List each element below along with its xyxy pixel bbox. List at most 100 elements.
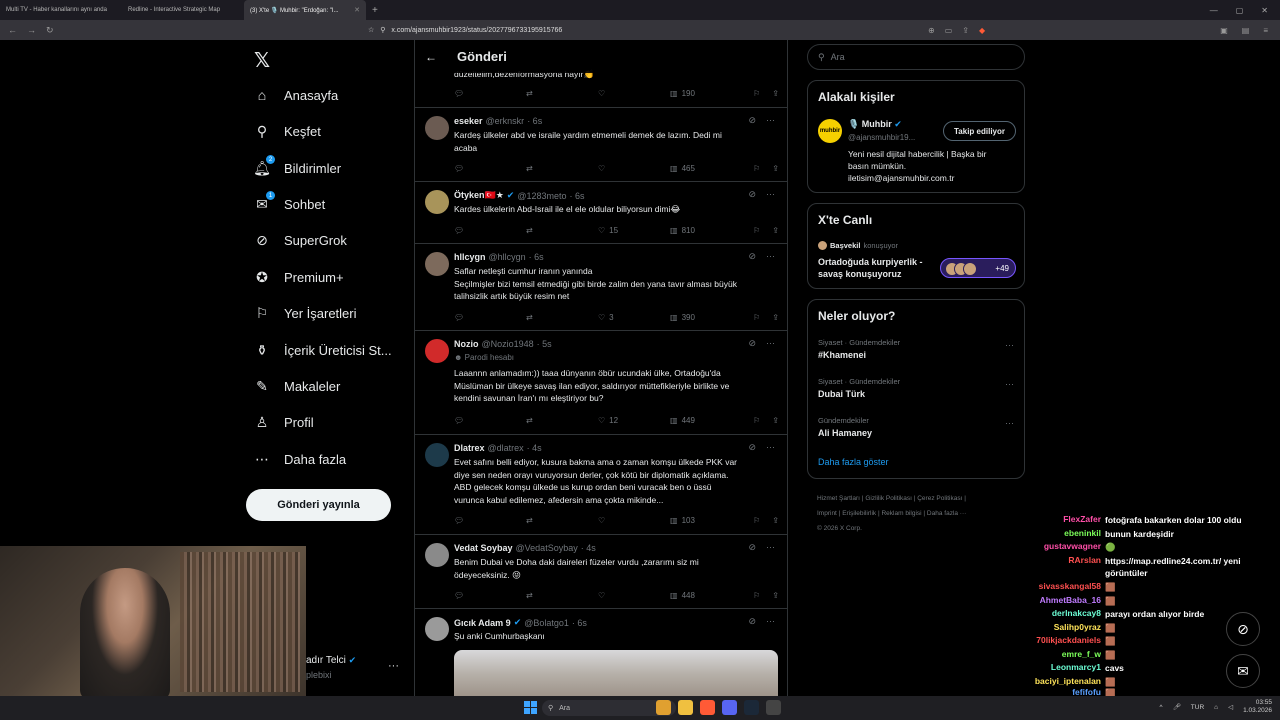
tweet[interactable]: Ötyken🇹🇷★ ✔ @1283meto · 6s ⊘ ··· Kardes ülke…: [415, 182, 787, 244]
nav-item-explore[interactable]: ⚲ Keşfet: [254, 123, 321, 139]
tweet-author[interactable]: hllcygn: [454, 252, 486, 262]
retweet-icon[interactable]: ⇄: [526, 313, 598, 322]
reply-icon[interactable]: 💬︎: [454, 164, 526, 173]
avatar[interactable]: [425, 617, 449, 641]
file-explorer-icon[interactable]: [678, 700, 693, 715]
bookmark-icon[interactable]: ⚐: [753, 164, 760, 173]
views-count[interactable]: ▥ 390: [670, 313, 746, 322]
grok-icon[interactable]: ⊘: [748, 189, 756, 200]
nav-item-notifications[interactable]: 🔔︎ 2 Bildirimler: [253, 155, 341, 176]
footer-link[interactable]: Çerez Politikası: [917, 495, 962, 502]
like-icon[interactable]: ♡: [598, 591, 670, 600]
views-count[interactable]: ▥ 449: [670, 416, 746, 425]
site-info-icon[interactable]: ⚲: [380, 26, 385, 34]
nav-item-messages[interactable]: ✉ 1 Sohbet: [254, 191, 325, 212]
tray-chevron-icon[interactable]: ^: [1159, 704, 1162, 711]
close-window-icon[interactable]: ✕: [1261, 6, 1268, 15]
views-count[interactable]: ▥ 465: [670, 164, 746, 173]
more-icon[interactable]: ···: [766, 115, 775, 126]
reply-icon[interactable]: 💬︎: [454, 313, 526, 322]
live-title[interactable]: Ortadoğuda kurpiyerlik - savaş konuşuyor…: [818, 256, 942, 280]
tweet-time[interactable]: · 4s: [581, 543, 596, 553]
browser-tab[interactable]: Multi TV - Haber kanallarını aynı anda: [0, 0, 122, 20]
widget-icon[interactable]: [656, 700, 671, 715]
url-field[interactable]: ☆ ⚲ x.com/ajansmuhbir1923/status/2027796…: [360, 22, 920, 38]
microphone-icon[interactable]: 🎤︎: [1173, 703, 1181, 711]
retweet-icon[interactable]: ⇄: [526, 416, 598, 425]
windows-start-icon[interactable]: [524, 701, 537, 714]
nav-item-supergrok[interactable]: ⊘ SuperGrok: [254, 232, 347, 248]
share-icon[interactable]: ⇪: [772, 164, 779, 173]
views-count[interactable]: ▥ 810: [670, 226, 746, 235]
like-icon[interactable]: ♡ 15: [598, 226, 670, 235]
grok-icon[interactable]: ⊘: [748, 115, 756, 126]
grok-icon[interactable]: ⊘: [748, 616, 756, 627]
minimize-icon[interactable]: —: [1210, 6, 1218, 15]
nav-item-profile[interactable]: ♙ Profil: [254, 414, 314, 430]
new-tab-button[interactable]: +: [366, 5, 384, 16]
more-icon[interactable]: ···: [766, 442, 775, 453]
tweet[interactable]: Nozio @Nozio1948 · 5s ⊘ ··· ☻ Parodi hesabı…: [415, 331, 787, 435]
nav-item-premium[interactable]: ✪ Premium+: [254, 269, 343, 285]
reload-icon[interactable]: ↻: [46, 25, 54, 36]
tweet-author[interactable]: Ötyken🇹🇷★: [454, 190, 504, 201]
more-icon[interactable]: ···: [766, 338, 775, 349]
forward-icon[interactable]: →: [27, 25, 36, 36]
avatar[interactable]: [425, 116, 449, 140]
post-button[interactable]: Gönderi yayınla: [246, 489, 391, 521]
following-button[interactable]: Takip ediliyor: [943, 121, 1016, 141]
clock[interactable]: 03:55 1.03.2026: [1243, 699, 1272, 715]
footer-link[interactable]: Daha fazla ···: [927, 510, 966, 517]
tweet[interactable]: Dlatrex @dlatrex · 4s ⊘ ··· Evet safını bel…: [415, 435, 787, 535]
tweet-time[interactable]: · 4s: [527, 443, 542, 453]
more-icon[interactable]: ···: [766, 251, 775, 262]
more-icon[interactable]: ···: [766, 542, 775, 553]
tweet-author[interactable]: Gıcık Adam 9: [454, 618, 511, 628]
tweet-time[interactable]: · 6s: [529, 252, 544, 262]
footer-link[interactable]: Reklam bilgisi: [881, 510, 921, 517]
share-icon[interactable]: ⇪: [772, 591, 779, 600]
maximize-icon[interactable]: ▢: [1236, 6, 1244, 15]
nav-item-more[interactable]: ⋯ Daha fazla: [254, 451, 346, 467]
tweet-handle[interactable]: @Bolatgo1: [524, 618, 569, 628]
nav-item-home[interactable]: ⌂ Anasayfa: [254, 87, 338, 103]
trend-item[interactable]: Dubai Türk: [818, 389, 865, 399]
avatar[interactable]: [425, 190, 449, 214]
share-icon[interactable]: ⇪: [772, 416, 779, 425]
tweet-author[interactable]: eseker: [454, 116, 483, 126]
tweet[interactable]: eseker @erknskr · 6s ⊘ ··· Kardeş ülkeler a…: [415, 108, 787, 182]
back-icon[interactable]: ←: [8, 25, 17, 36]
tweet-time[interactable]: · 6s: [572, 618, 587, 628]
retweet-icon[interactable]: ⇄: [526, 164, 598, 173]
avatar[interactable]: [425, 339, 449, 363]
grok-icon[interactable]: ⊘: [748, 442, 756, 453]
footer-link[interactable]: Erişilebilirlik: [842, 510, 876, 517]
like-icon[interactable]: ♡ 3: [598, 313, 670, 322]
muhbir-logo[interactable]: muhbir: [818, 119, 842, 143]
trend-more-icon[interactable]: ···: [1005, 418, 1014, 428]
volume-icon[interactable]: ◁: [1228, 703, 1233, 711]
footer-link[interactable]: Gizlilik Politikası: [865, 495, 912, 502]
bookmark-icon[interactable]: ⚐: [753, 591, 760, 600]
menu-icon[interactable]: ≡: [1263, 26, 1268, 35]
views-count[interactable]: ▥ 103: [670, 516, 746, 525]
live-card[interactable]: X'te Canlı Başvekil konuşuyor Ortadoğuda …: [807, 203, 1025, 289]
show-more-link[interactable]: Daha fazla göster: [818, 457, 889, 467]
search-input[interactable]: ⚲ Ara: [807, 44, 1025, 70]
nav-item-creator-studio[interactable]: ⚱ İçerik Üreticisi St...: [254, 342, 392, 358]
tweet[interactable]: Vedat Soybay @VedatSoybay · 4s ⊘ ··· Benim …: [415, 535, 787, 609]
trend-item[interactable]: Ali Hamaney: [818, 428, 872, 438]
retweet-icon[interactable]: ⇄: [526, 226, 598, 235]
obs-icon[interactable]: [766, 700, 781, 715]
account-name[interactable]: adır Telci ✔: [306, 655, 356, 666]
tweet-author[interactable]: Vedat Soybay: [454, 543, 513, 553]
related-name[interactable]: 🎙️ Muhbir ✔: [848, 119, 902, 130]
steam-icon[interactable]: [744, 700, 759, 715]
more-icon[interactable]: ···: [766, 189, 775, 200]
grok-icon[interactable]: ⊘: [748, 338, 756, 349]
grok-icon[interactable]: ⊘: [748, 542, 756, 553]
trend-item[interactable]: #Khamenei: [818, 350, 866, 360]
views-count[interactable]: ▥ 448: [670, 591, 746, 600]
grok-icon[interactable]: ⊘: [748, 251, 756, 262]
related-handle[interactable]: @ajansmuhbir19...: [848, 133, 915, 142]
